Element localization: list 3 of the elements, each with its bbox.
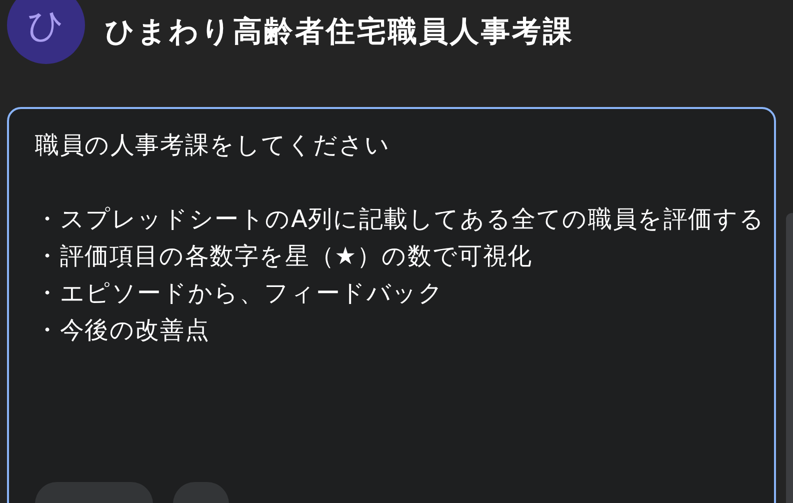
avatar: ひ bbox=[7, 0, 85, 64]
prompt-field[interactable]: 職員の人事考課をしてください ・スプレッドシートのA列に記載してある全ての職員を評価する ・評価項目の各数字を星（★）の数で可視化 ・エピソードから、フィードバック ・今後の改善点 bbox=[7, 107, 776, 503]
page-title: ひまわり高齢者住宅職員人事考課 bbox=[105, 13, 574, 50]
